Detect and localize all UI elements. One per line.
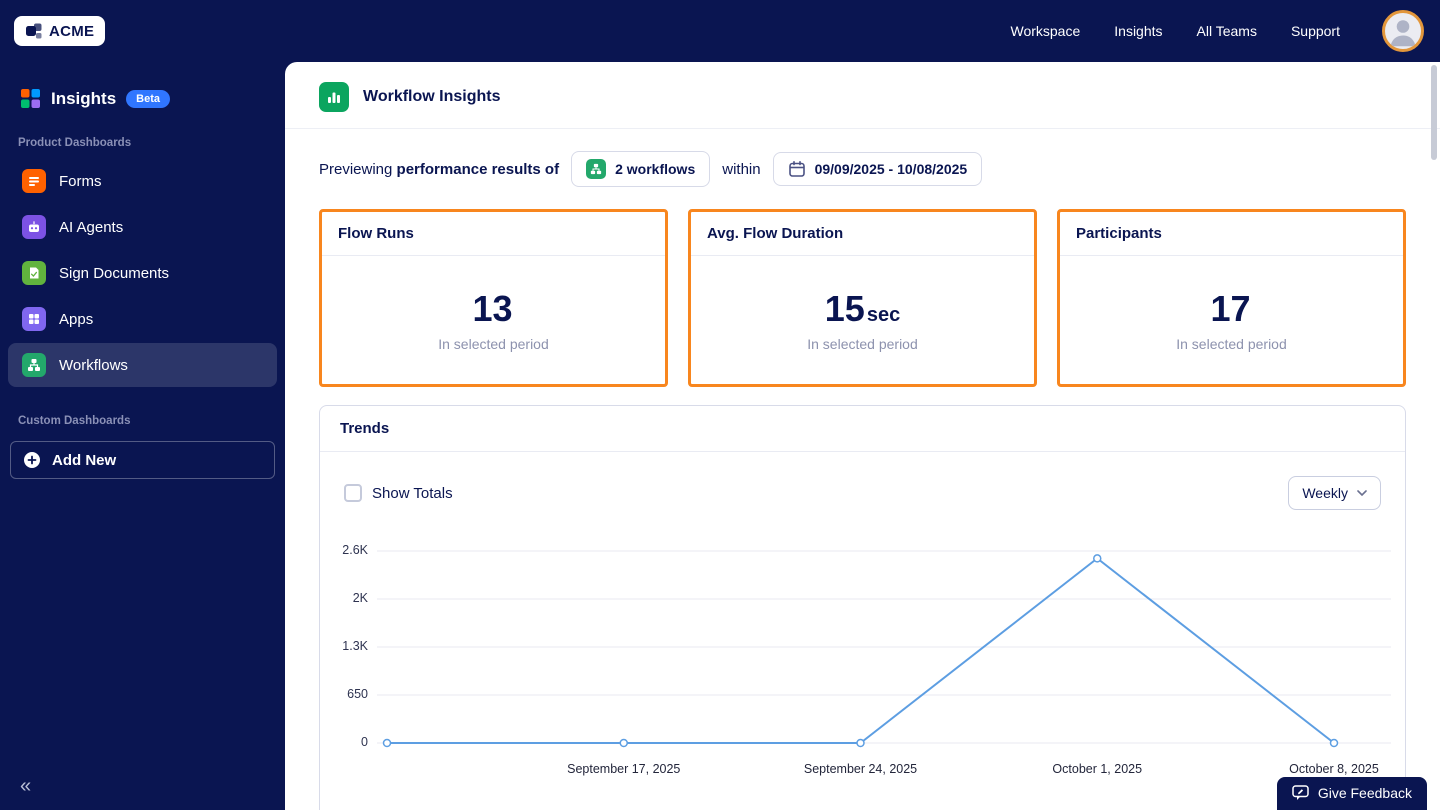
sidebar-item-label: AI Agents bbox=[59, 218, 124, 236]
trend-controls: Show Totals Weekly bbox=[320, 452, 1405, 510]
sidebar-title: Insights bbox=[51, 88, 117, 108]
sidebar-item-label: Workflows bbox=[59, 356, 128, 374]
filter-text: Previewing performance results of bbox=[319, 160, 560, 178]
sidebar: Insights Beta Product Dashboards Forms A… bbox=[0, 62, 285, 810]
stat-value: 17 bbox=[1210, 288, 1251, 329]
show-totals-label: Show Totals bbox=[372, 484, 453, 502]
sidebar-item-workflows[interactable]: Workflows bbox=[8, 343, 277, 387]
topnav-insights[interactable]: Insights bbox=[1114, 23, 1162, 39]
sidebar-item-label: Forms bbox=[59, 172, 102, 190]
add-new-button[interactable]: Add New bbox=[10, 441, 275, 479]
sidebar-item-label: Apps bbox=[59, 310, 94, 328]
workflows-dropdown-label: 2 workflows bbox=[615, 161, 696, 177]
stat-value: 13 bbox=[472, 288, 513, 329]
trend-chart: 0 650 1.3K 2K 2.6K September 17, 2025 Septemb… bbox=[334, 538, 1391, 779]
workflow-mini-icon bbox=[586, 159, 607, 179]
x-tick-label: September 17, 2025 bbox=[567, 762, 681, 776]
x-tick-label: October 8, 2025 bbox=[1289, 762, 1379, 776]
page-header: Workflow Insights bbox=[285, 62, 1440, 129]
acme-logo[interactable]: ACME bbox=[14, 16, 106, 46]
stat-cards-row: Flow Runs 13 In selected period Avg. Flo… bbox=[319, 209, 1406, 387]
trends-card: Trends Show Totals Weekly 0 650 1.3K 2K 2.6K bbox=[319, 405, 1406, 810]
stat-card-avg-flow-duration: Avg. Flow Duration 15 sec In selected pe… bbox=[688, 209, 1037, 387]
date-range-dropdown[interactable]: 09/09/2025 - 10/08/2025 bbox=[772, 152, 983, 186]
y-axis-labels: 0 650 1.3K 2K 2.6K bbox=[334, 538, 377, 753]
line-chart-plot bbox=[377, 538, 1391, 753]
sign-documents-icon bbox=[22, 261, 46, 285]
add-new-label: Add New bbox=[52, 451, 117, 469]
x-tick-label: October 1, 2025 bbox=[1052, 762, 1143, 776]
stat-value: 15 bbox=[824, 288, 865, 329]
date-range-label: 09/09/2025 - 10/08/2025 bbox=[814, 161, 968, 177]
custom-dashboards-label: Custom Dashboards bbox=[18, 415, 131, 427]
main-content: Previewing performance results of 2 work… bbox=[285, 151, 1440, 810]
interval-dropdown-label: Weekly bbox=[1302, 485, 1348, 501]
y-tick-label: 1.3K bbox=[342, 639, 368, 653]
topnav-all-teams[interactable]: All Teams bbox=[1197, 23, 1257, 39]
sidebar-item-sign-documents[interactable]: Sign Documents bbox=[8, 251, 277, 295]
stat-caption: In selected period bbox=[807, 336, 918, 352]
stat-card-participants: Participants 17 In selected period bbox=[1057, 209, 1406, 387]
sidebar-collapse-icon[interactable]: « bbox=[20, 775, 31, 798]
topnav-support[interactable]: Support bbox=[1291, 23, 1340, 39]
filter-row: Previewing performance results of 2 work… bbox=[319, 151, 1406, 187]
plus-icon bbox=[23, 451, 41, 469]
x-tick-label: September 24, 2025 bbox=[803, 762, 918, 776]
acme-logo-text: ACME bbox=[49, 22, 95, 40]
sidebar-header: Insights Beta bbox=[0, 88, 285, 109]
stat-card-title: Avg. Flow Duration bbox=[691, 212, 1034, 256]
product-dashboards-label: Product Dashboards bbox=[18, 137, 132, 149]
forms-icon bbox=[22, 169, 46, 193]
feedback-icon bbox=[1292, 785, 1309, 801]
workflows-icon bbox=[22, 353, 46, 377]
topbar: ACME Workspace Insights All Teams Suppor… bbox=[0, 0, 1440, 62]
x-axis-labels: September 17, 2025 September 24, 2025 Octo… bbox=[377, 753, 1391, 779]
y-tick-label: 2.6K bbox=[342, 543, 368, 557]
top-navigation: Workspace Insights All Teams Support bbox=[1010, 10, 1424, 52]
insights-grid-icon bbox=[20, 88, 41, 109]
acme-logo-icon bbox=[25, 22, 43, 40]
sidebar-item-forms[interactable]: Forms bbox=[8, 159, 277, 203]
person-icon bbox=[1390, 20, 1416, 47]
user-avatar[interactable] bbox=[1382, 10, 1424, 52]
y-tick-label: 650 bbox=[347, 687, 368, 701]
workflows-dropdown[interactable]: 2 workflows bbox=[571, 151, 711, 187]
stat-caption: In selected period bbox=[1176, 336, 1287, 352]
sidebar-item-ai-agents[interactable]: AI Agents bbox=[8, 205, 277, 249]
stat-card-title: Flow Runs bbox=[322, 212, 665, 256]
scrollbar[interactable] bbox=[1431, 65, 1437, 160]
workflow-insights-icon bbox=[319, 82, 349, 112]
y-tick-label: 2K bbox=[352, 591, 368, 605]
beta-badge: Beta bbox=[126, 89, 171, 108]
trends-title: Trends bbox=[320, 406, 1405, 452]
topnav-workspace[interactable]: Workspace bbox=[1010, 23, 1080, 39]
ai-agents-icon bbox=[22, 215, 46, 239]
show-totals-checkbox[interactable] bbox=[344, 484, 362, 502]
sidebar-menu: Forms AI Agents Sign Documents Apps Work… bbox=[0, 159, 285, 387]
stat-card-flow-runs: Flow Runs 13 In selected period bbox=[319, 209, 668, 387]
filter-connector: within bbox=[722, 160, 761, 178]
give-feedback-label: Give Feedback bbox=[1317, 785, 1412, 801]
stat-card-title: Participants bbox=[1060, 212, 1403, 256]
main-panel: Workflow Insights Previewing performance… bbox=[285, 62, 1440, 810]
apps-icon bbox=[22, 307, 46, 331]
sidebar-item-label: Sign Documents bbox=[59, 264, 170, 282]
stat-unit: sec bbox=[866, 304, 901, 326]
page-title: Workflow Insights bbox=[363, 88, 501, 105]
show-totals-toggle[interactable]: Show Totals bbox=[344, 484, 453, 502]
sidebar-item-apps[interactable]: Apps bbox=[8, 297, 277, 341]
y-tick-label: 0 bbox=[361, 735, 368, 749]
calendar-icon bbox=[788, 160, 806, 178]
stat-caption: In selected period bbox=[438, 336, 549, 352]
interval-dropdown[interactable]: Weekly bbox=[1288, 476, 1381, 510]
chevron-down-icon bbox=[1357, 490, 1367, 496]
give-feedback-button[interactable]: Give Feedback bbox=[1276, 777, 1427, 810]
